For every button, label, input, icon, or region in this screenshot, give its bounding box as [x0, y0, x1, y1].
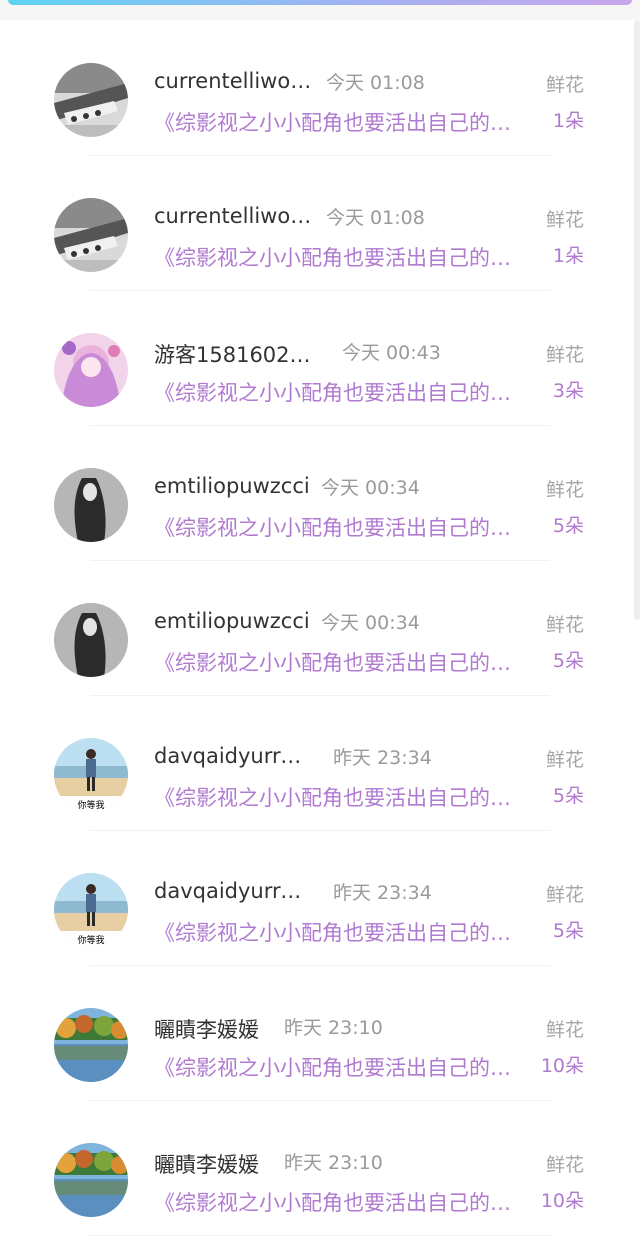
- gift-type-label: 鲜花: [545, 1154, 584, 1176]
- timestamp: 今天 00:34: [321, 477, 420, 499]
- list-item[interactable]: 曬瞔李媛媛 昨天 23:10 《综影视之小小配角也要活出自己的… 鲜花 10朵: [0, 1113, 640, 1248]
- timestamp: 昨天 23:10: [284, 1017, 383, 1039]
- user-name[interactable]: emtiliopuwzcci: [154, 474, 310, 498]
- gift-count: 5朵: [552, 515, 584, 537]
- timestamp: 今天 00:34: [321, 612, 420, 634]
- book-title-link[interactable]: 《综影视之小小配角也要活出自己的…: [154, 782, 530, 812]
- gift-count: 5朵: [552, 920, 584, 942]
- list-item[interactable]: currentelliwotty 今天 01:08 《综影视之小小配角也要活出自…: [0, 33, 640, 168]
- list-item[interactable]: 曬瞔李媛媛 昨天 23:10 《综影视之小小配角也要活出自己的… 鲜花 10朵: [0, 978, 640, 1113]
- timestamp: 今天 00:43: [342, 342, 441, 364]
- user-name[interactable]: currentelliwotty: [154, 69, 319, 93]
- timestamp: 昨天 23:34: [333, 747, 432, 769]
- book-title-link[interactable]: 《综影视之小小配角也要活出自己的…: [154, 242, 530, 272]
- gift-count: 5朵: [552, 785, 584, 807]
- gift-count: 10朵: [540, 1190, 584, 1212]
- gift-type-label: 鲜花: [545, 74, 584, 96]
- avatar[interactable]: [54, 1008, 128, 1082]
- timestamp: 今天 01:08: [326, 207, 425, 229]
- avatar-caption: 你等我: [77, 934, 104, 946]
- avatar[interactable]: [54, 333, 128, 407]
- avatar[interactable]: [54, 603, 128, 677]
- gift-type-label: 鲜花: [545, 749, 584, 771]
- avatar[interactable]: [54, 63, 128, 137]
- user-name[interactable]: davqaidyurrman: [154, 744, 319, 768]
- book-title-link[interactable]: 《综影视之小小配角也要活出自己的…: [154, 107, 530, 137]
- user-name[interactable]: 游客15816028...: [154, 339, 319, 369]
- book-title-link[interactable]: 《综影视之小小配角也要活出自己的…: [154, 917, 530, 947]
- gift-type-label: 鲜花: [545, 479, 584, 501]
- avatar[interactable]: 你等我: [54, 873, 128, 947]
- timestamp: 昨天 23:34: [333, 882, 432, 904]
- flower-gift-list: currentelliwotty 今天 01:08 《综影视之小小配角也要活出自…: [0, 33, 640, 1248]
- gift-count: 1朵: [552, 245, 584, 267]
- gift-type-label: 鲜花: [545, 209, 584, 231]
- gift-count: 10朵: [540, 1055, 584, 1077]
- user-name[interactable]: currentelliwotty: [154, 204, 319, 228]
- book-title-link[interactable]: 《综影视之小小配角也要活出自己的…: [154, 647, 530, 677]
- gradient-accent-bar: [8, 0, 632, 5]
- gift-count: 5朵: [552, 650, 584, 672]
- list-item[interactable]: emtiliopuwzcci 今天 00:34 《综影视之小小配角也要活出自己的…: [0, 573, 640, 708]
- avatar[interactable]: 你等我: [54, 738, 128, 812]
- gift-count: 1朵: [552, 110, 584, 132]
- avatar[interactable]: [54, 468, 128, 542]
- user-name[interactable]: 曬瞔李媛媛: [154, 1149, 259, 1179]
- gift-type-label: 鲜花: [545, 1019, 584, 1041]
- book-title-link[interactable]: 《综影视之小小配角也要活出自己的…: [154, 1187, 530, 1217]
- avatar[interactable]: [54, 198, 128, 272]
- avatar[interactable]: [54, 1143, 128, 1217]
- gift-type-label: 鲜花: [545, 344, 584, 366]
- list-item[interactable]: emtiliopuwzcci 今天 00:34 《综影视之小小配角也要活出自己的…: [0, 438, 640, 573]
- timestamp: 昨天 23:10: [284, 1152, 383, 1174]
- avatar-caption: 你等我: [77, 799, 104, 811]
- book-title-link[interactable]: 《综影视之小小配角也要活出自己的…: [154, 377, 530, 407]
- book-title-link[interactable]: 《综影视之小小配角也要活出自己的…: [154, 512, 530, 542]
- gift-count: 3朵: [552, 380, 584, 402]
- gift-type-label: 鲜花: [545, 884, 584, 906]
- book-title-link[interactable]: 《综影视之小小配角也要活出自己的…: [154, 1052, 530, 1082]
- list-item[interactable]: currentelliwotty 今天 01:08 《综影视之小小配角也要活出自…: [0, 168, 640, 303]
- gift-type-label: 鲜花: [545, 614, 584, 636]
- list-item[interactable]: 你等我 davqaidyurrman 昨天 23:34 《综影视之小小配角也要活…: [0, 843, 640, 978]
- list-item[interactable]: 你等我 davqaidyurrman 昨天 23:34 《综影视之小小配角也要活…: [0, 708, 640, 843]
- list-item[interactable]: 游客15816028... 今天 00:43 《综影视之小小配角也要活出自己的……: [0, 303, 640, 438]
- user-name[interactable]: 曬瞔李媛媛: [154, 1014, 259, 1044]
- user-name[interactable]: davqaidyurrman: [154, 879, 319, 903]
- top-header-strip: [0, 0, 640, 20]
- timestamp: 今天 01:08: [326, 72, 425, 94]
- user-name[interactable]: emtiliopuwzcci: [154, 609, 310, 633]
